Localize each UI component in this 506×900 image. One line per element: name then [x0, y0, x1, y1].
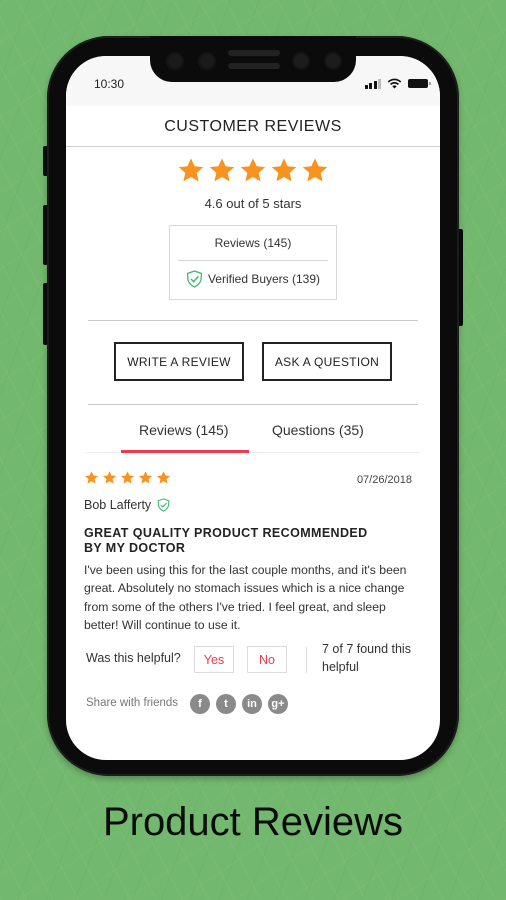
- signal-icon: [364, 78, 381, 89]
- sensor-icon: [294, 54, 308, 68]
- tab-questions[interactable]: Questions (35): [272, 422, 364, 438]
- star-icon: [102, 471, 117, 484]
- verified-buyers[interactable]: Verified Buyers (139): [170, 270, 336, 288]
- helpful-no-button[interactable]: No: [247, 646, 287, 673]
- review-title: GREAT QUALITY PRODUCT RECOMMENDED BY MY …: [84, 526, 368, 555]
- sensor-icon: [168, 54, 182, 68]
- star-icon: [138, 471, 153, 484]
- divider: [66, 146, 440, 147]
- verified-buyers-label: Verified Buyers (139): [207, 272, 321, 286]
- divider: [178, 260, 328, 261]
- star-icon: [156, 471, 171, 484]
- sensor-icon: [326, 54, 340, 68]
- status-time: 10:30: [94, 77, 125, 91]
- helpful-count: 7 of 7 found this helpful: [322, 642, 411, 674]
- twitter-icon[interactable]: t: [216, 694, 236, 714]
- review-tabs: Reviews (145) Questions (35): [86, 416, 420, 453]
- review-summary-box: Reviews (145) Verified Buyers (139): [169, 225, 337, 300]
- review-body: I've been using this for the last couple…: [84, 563, 407, 632]
- wifi-icon: [387, 78, 402, 89]
- write-review-button[interactable]: WRITE A REVIEW: [114, 342, 244, 381]
- divider: [88, 320, 418, 321]
- star-icon: [302, 158, 328, 182]
- star-icon: [209, 158, 235, 182]
- rating-text: 4.6 out of 5 stars: [204, 196, 302, 211]
- overall-rating-stars: [66, 156, 440, 184]
- helpful-prompt: Was this helpful?: [86, 651, 181, 665]
- star-icon: [84, 471, 99, 484]
- helpful-yes-button[interactable]: Yes: [194, 646, 234, 673]
- reviewer: Bob Lafferty: [84, 498, 170, 512]
- phone-screen: 10:30 CUSTOMER REVIEWS 4.6 out of 5 star…: [66, 56, 440, 760]
- verified-shield-icon: [157, 498, 170, 512]
- reviewer-name: Bob Lafferty: [84, 498, 152, 512]
- speaker-grille: [228, 50, 280, 56]
- star-icon: [271, 158, 297, 182]
- star-icon: [178, 158, 204, 182]
- active-tab-indicator: [121, 450, 249, 453]
- divider: [88, 404, 418, 405]
- phone-notch: [150, 36, 356, 82]
- speaker-grille: [228, 63, 280, 69]
- review-date: 07/26/2018: [356, 474, 412, 486]
- caption: Product Reviews: [102, 800, 404, 844]
- share-icons: f t in g+: [190, 694, 288, 714]
- divider: [306, 647, 307, 673]
- status-icons: [364, 78, 431, 89]
- tab-reviews[interactable]: Reviews (145): [139, 422, 228, 438]
- reviews-count[interactable]: Reviews (145): [170, 236, 336, 250]
- linkedin-icon[interactable]: in: [242, 694, 262, 714]
- battery-icon: [408, 79, 431, 88]
- star-icon: [120, 471, 135, 484]
- review-rating-stars: [84, 470, 171, 485]
- google-plus-icon[interactable]: g+: [268, 694, 288, 714]
- verified-shield-icon: [186, 270, 203, 288]
- ask-question-button[interactable]: ASK A QUESTION: [262, 342, 392, 381]
- star-icon: [240, 158, 266, 182]
- camera-icon: [200, 54, 214, 68]
- share-label: Share with friends: [86, 697, 179, 709]
- page-title: CUSTOMER REVIEWS: [164, 118, 342, 135]
- facebook-icon[interactable]: f: [190, 694, 210, 714]
